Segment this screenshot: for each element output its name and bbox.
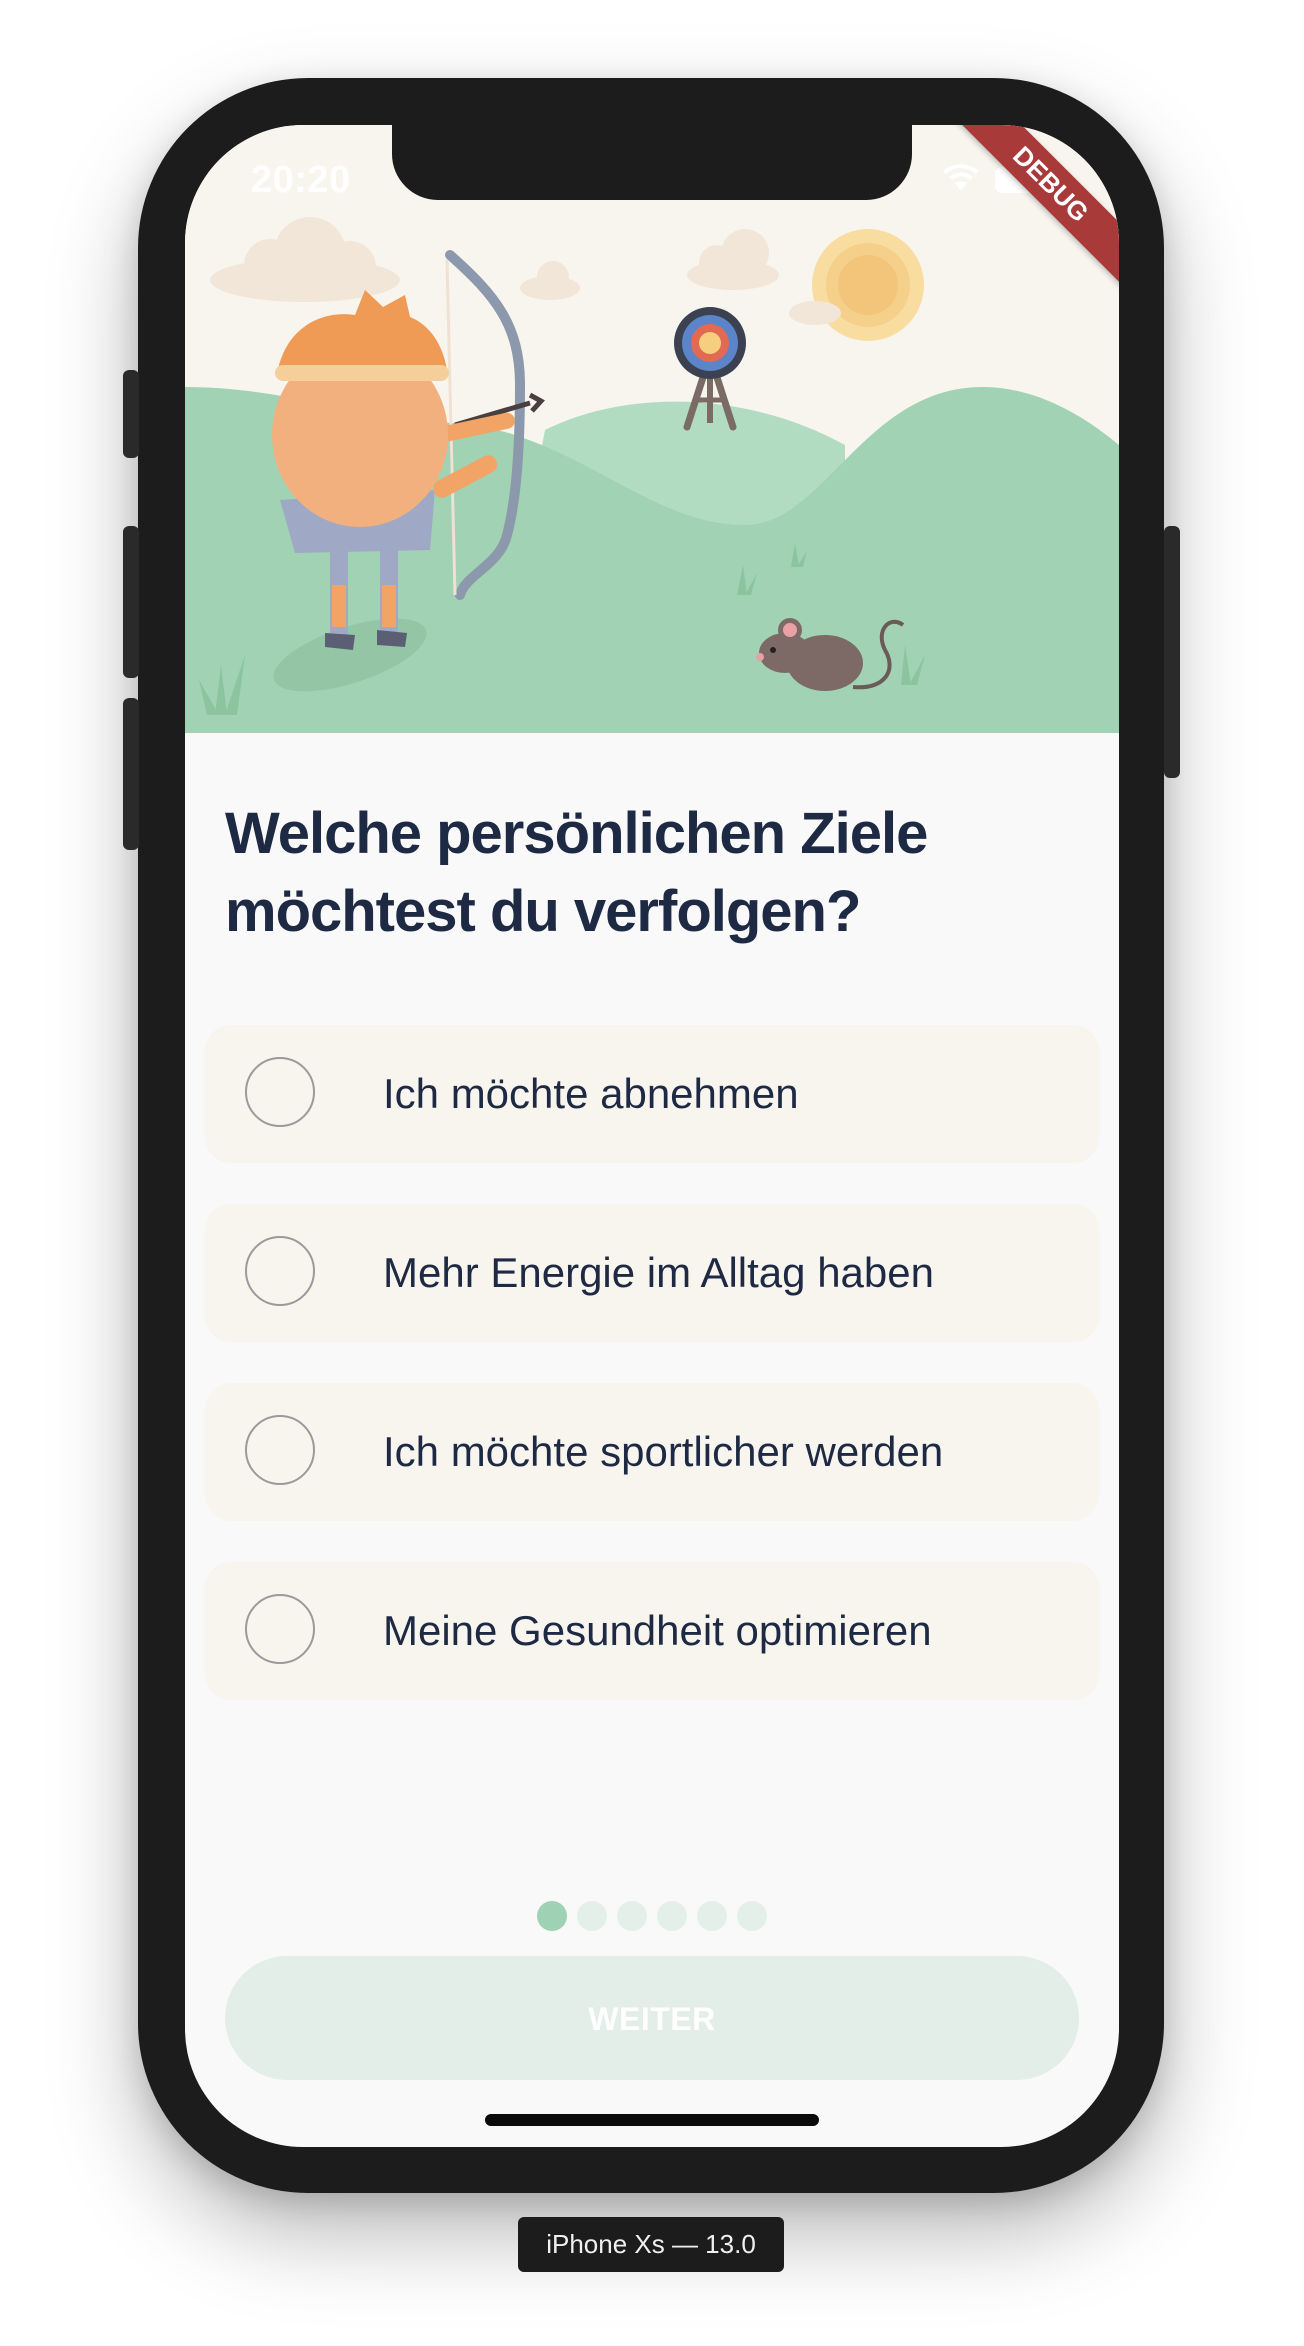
option-label: Ich möchte abnehmen [383,1070,799,1117]
device-notch [392,125,912,200]
radio-unchecked-icon[interactable] [245,1415,315,1485]
option-item[interactable]: Ich möchte sportlicher werden [205,1383,1099,1521]
option-item[interactable]: Ich möchte abnehmen [205,1025,1099,1163]
page-dot [737,1901,767,1931]
mute-switch [123,370,139,458]
status-time: 20:20 [251,159,351,201]
page-dot-active [537,1901,567,1931]
option-item[interactable]: Meine Gesundheit optimieren [205,1562,1099,1700]
option-item[interactable]: Mehr Energie im Alltag haben [205,1204,1099,1342]
continue-button[interactable]: WEITER [225,1956,1079,2080]
option-label: Ich möchte sportlicher werden [383,1428,944,1475]
radio-unchecked-icon[interactable] [245,1057,315,1127]
device-label: iPhone Xs — 13.0 [518,2217,784,2272]
radio-unchecked-icon[interactable] [245,1236,315,1306]
page-dot [697,1901,727,1931]
option-label: Meine Gesundheit optimieren [383,1607,932,1654]
radio-unchecked-icon[interactable] [245,1594,315,1664]
question-title: Welche persönlichen Ziele möchtest du ve… [225,801,928,944]
hero-illustration [185,125,1119,733]
page-indicator [185,1901,1119,1931]
power-button [1164,526,1180,778]
page-dot [617,1901,647,1931]
page-dot [657,1901,687,1931]
app-screen: 20:20 DEBUG Welche persönlichen Ziele mö… [185,125,1119,2147]
wifi-icon [943,164,979,191]
option-label: Mehr Energie im Alltag haben [383,1249,934,1296]
volume-up-button [123,526,139,678]
home-indicator[interactable] [485,2114,819,2126]
volume-down-button [123,698,139,850]
goal-options-list: Ich möchte abnehmen Mehr Energie im Allt… [205,1025,1099,1741]
page-dot [577,1901,607,1931]
